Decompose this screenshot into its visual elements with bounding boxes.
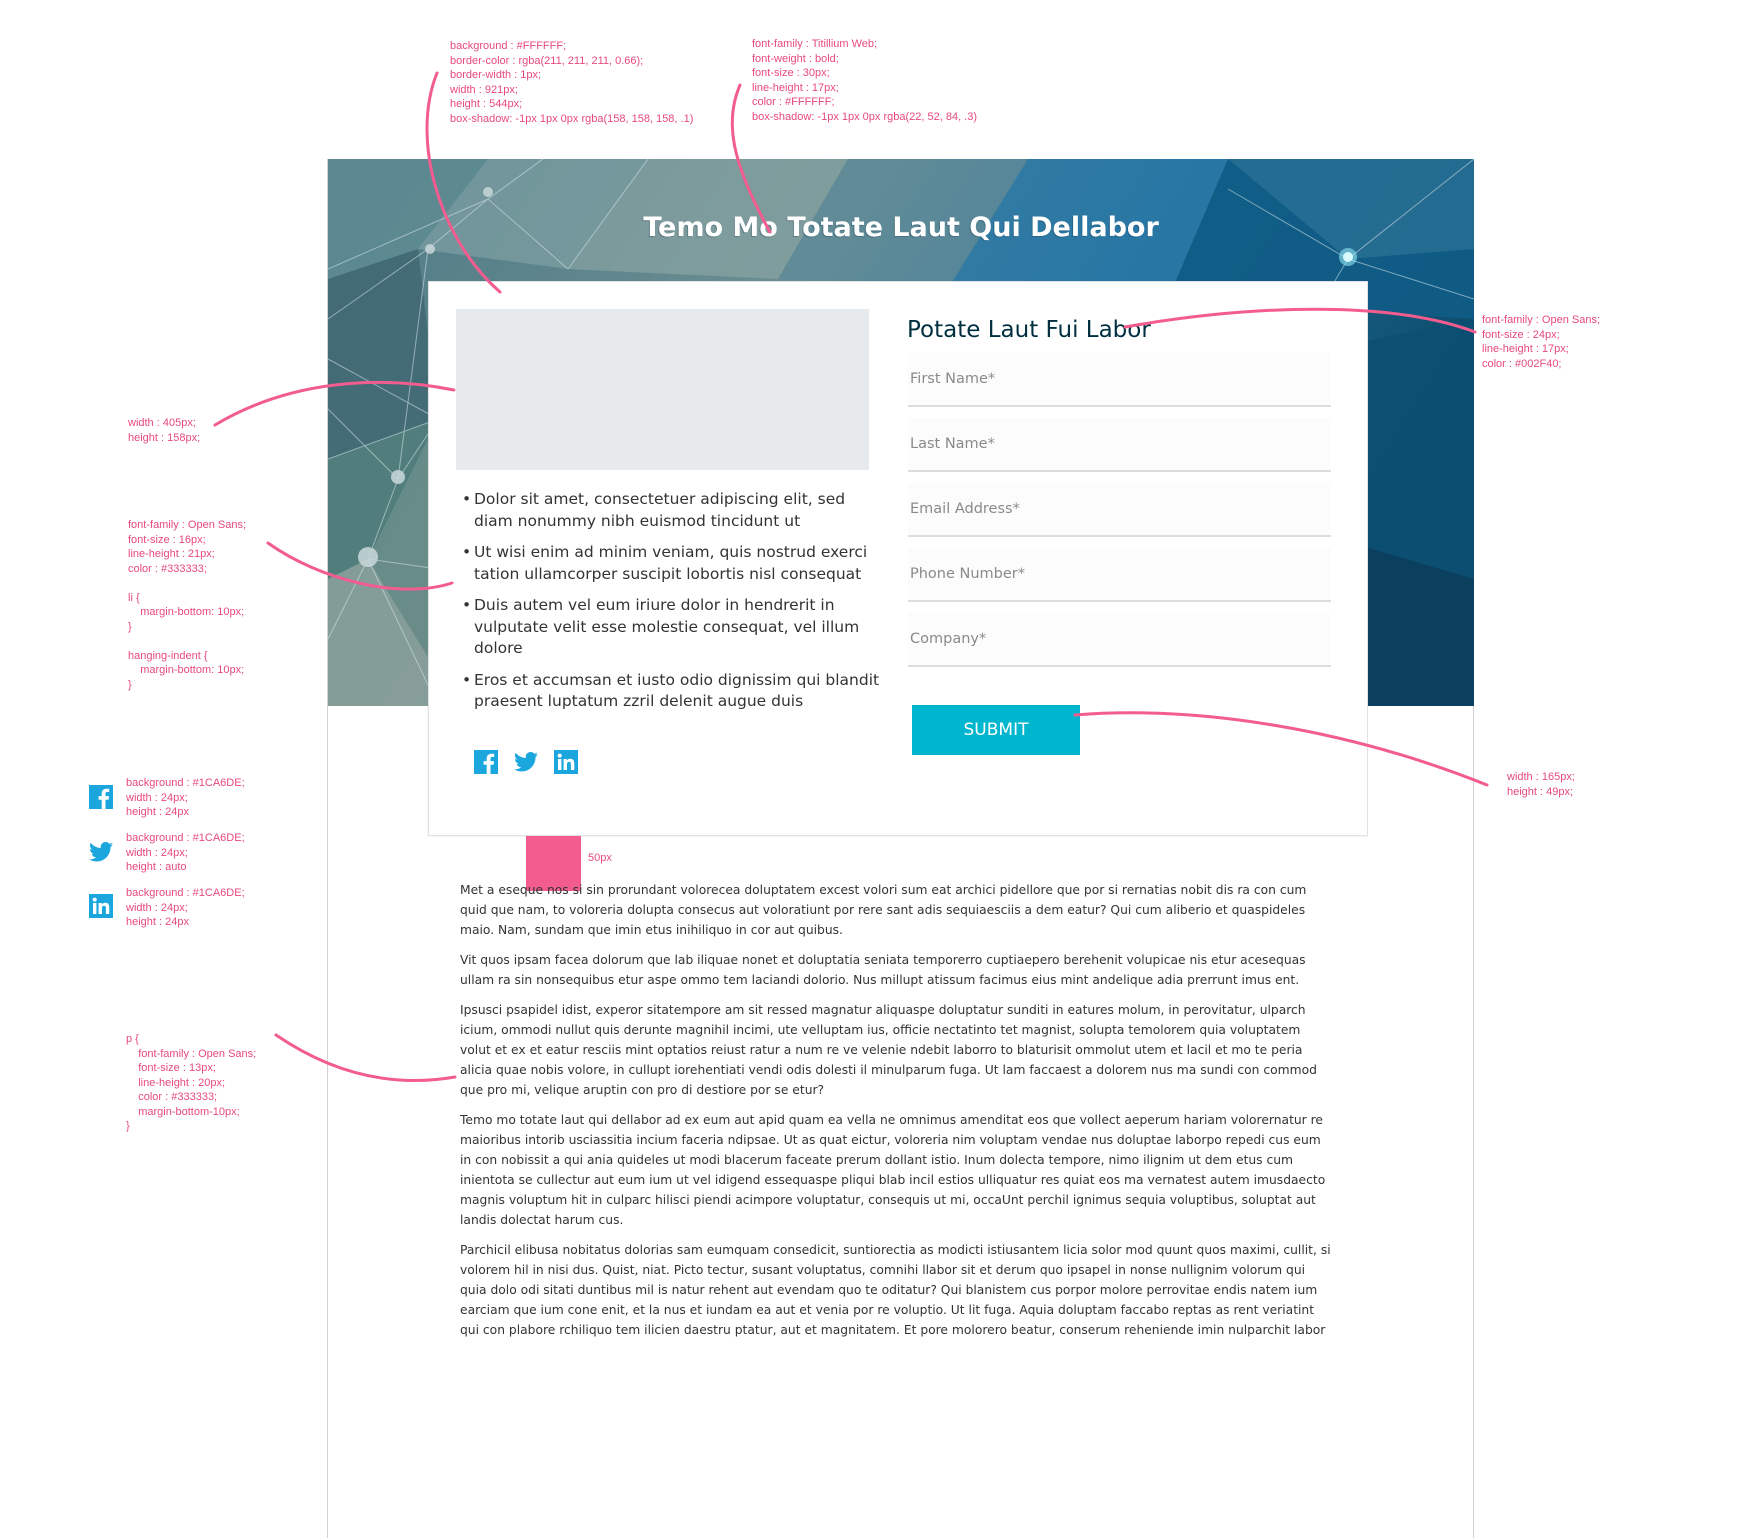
paragraph: Met a eseque nos si sin prorundant volor… [460, 883, 1307, 937]
list-item: Ut wisi enim ad minim veniam, quis nostr… [462, 542, 882, 585]
email-field [908, 483, 1331, 537]
twitter-icon [88, 839, 114, 865]
list-item: Duis autem vel eum iriure dolor in hendr… [462, 595, 882, 660]
first-name-field [908, 353, 1331, 407]
submit-button[interactable]: SUBMIT [912, 705, 1080, 755]
list-spec-annotation: font-family : Open Sans; font-size : 16p… [128, 519, 246, 691]
twitter-spec-annotation: background : #1CA6DE; width : 24px; heig… [126, 832, 245, 873]
company-input[interactable] [908, 613, 1331, 665]
linkedin-spec-annotation: background : #1CA6DE; width : 24px; heig… [126, 887, 245, 928]
lead-form-card: Dolor sit amet, consectetuer adipiscing … [428, 281, 1368, 836]
feature-list: Dolor sit amet, consectetuer adipiscing … [462, 489, 882, 723]
twitter-icon[interactable] [513, 749, 539, 775]
spacing-label: 50px [588, 852, 612, 864]
image-spec-annotation: width : 405px; height : 158px; [128, 417, 201, 444]
card-spec-annotation: background : #FFFFFF; border-color : rgb… [450, 40, 694, 125]
list-item: Dolor sit amet, consectetuer adipiscing … [462, 489, 882, 532]
form-title: Potate Laut Fui Labor [907, 317, 1151, 343]
paragraph: Temo mo totate laut qui dellabor ad ex e… [460, 1113, 1326, 1227]
hero-title: Temo Mo Totate Laut Qui Dellabor [643, 212, 1159, 243]
linkedin-icon[interactable] [553, 749, 579, 775]
list-item: Eros et accumsan et iusto odio dignissim… [462, 670, 882, 713]
body-copy: Met a eseque nos si sin prorundant volor… [460, 880, 1335, 1350]
phone-input[interactable] [908, 548, 1331, 600]
phone-field [908, 548, 1331, 602]
facebook-icon [88, 784, 114, 810]
linkedin-icon [88, 893, 114, 919]
paragraph-spec-annotation: p { font-family : Open Sans; font-size :… [126, 1033, 257, 1132]
paragraph: Parchicil elibusa nobitatus dolorias sam… [460, 1243, 1331, 1337]
facebook-spec-annotation: background : #1CA6DE; width : 24px; heig… [126, 777, 245, 818]
paragraph: Vit quos ipsam facea dolorum que lab ili… [460, 953, 1306, 987]
paragraph: Ipsusci psapidel idist, experor sitatemp… [460, 1003, 1317, 1097]
last-name-field [908, 418, 1331, 472]
title-spec-annotation: font-family : Titillium Web; font-weight… [752, 38, 978, 123]
company-field [908, 613, 1331, 667]
facebook-icon[interactable] [473, 749, 499, 775]
first-name-input[interactable] [908, 353, 1331, 405]
email-input[interactable] [908, 483, 1331, 535]
form-title-spec-annotation: font-family : Open Sans; font-size : 24p… [1482, 314, 1600, 370]
submit-spec-annotation: width : 165px; height : 49px; [1507, 771, 1575, 798]
image-placeholder [456, 309, 869, 470]
last-name-input[interactable] [908, 418, 1331, 470]
